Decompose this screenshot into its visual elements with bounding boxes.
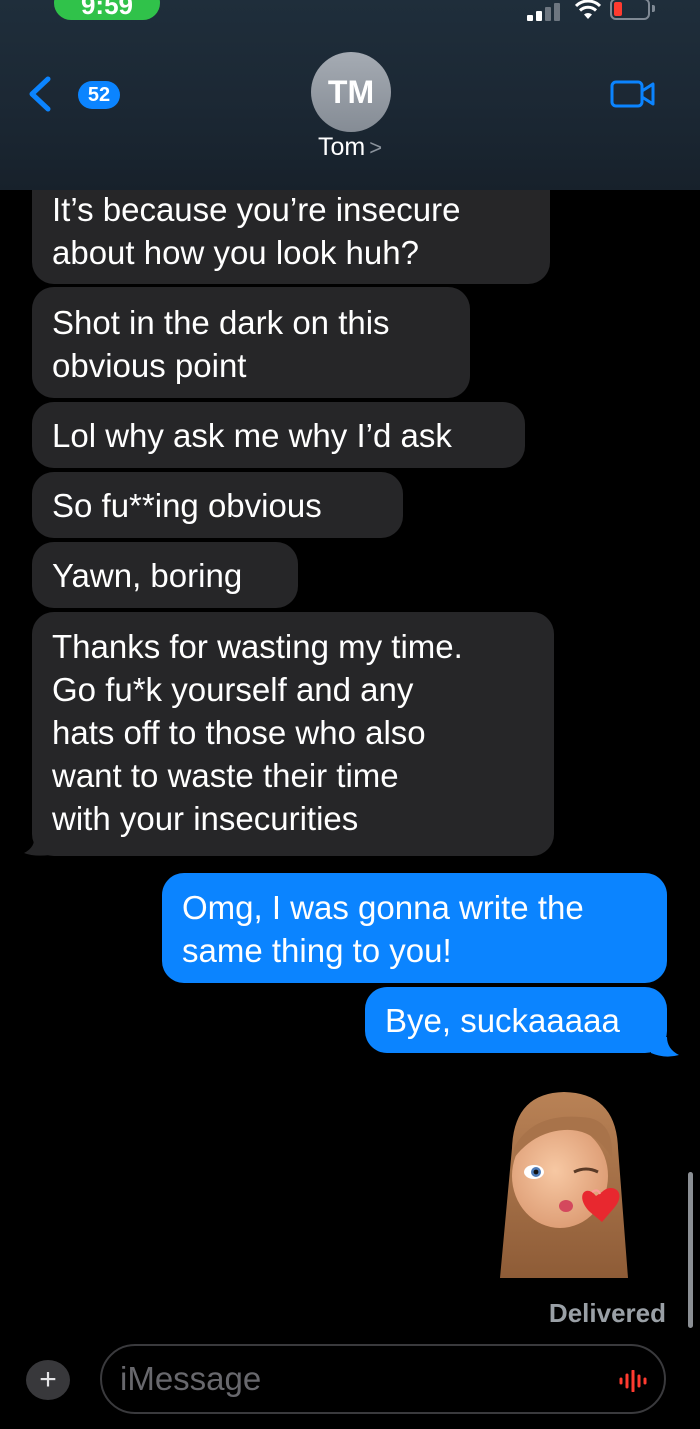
- cellular-signal-icon: [527, 1, 561, 21]
- message-text: Shot in the dark on this obvious point: [52, 304, 390, 384]
- message-bubble-incoming[interactable]: Lol why ask me why I’d ask: [32, 402, 525, 468]
- message-text: Bye, suckaaaaa: [385, 1002, 620, 1039]
- conversation-header: 9:59 52 TM Tom >: [0, 0, 700, 190]
- back-button[interactable]: 52: [26, 74, 120, 114]
- message-input-placeholder: iMessage: [120, 1360, 262, 1397]
- kissing-memoji-sticker-icon[interactable]: [494, 1088, 634, 1280]
- apps-plus-button[interactable]: +: [26, 1360, 70, 1400]
- battery-tip: [652, 5, 655, 12]
- imessage-input[interactable]: iMessage: [100, 1344, 666, 1414]
- scrollbar[interactable]: [688, 1172, 693, 1328]
- chevron-right-icon: >: [369, 135, 383, 160]
- bubble-tail: [651, 1037, 679, 1057]
- chevron-left-icon: [29, 76, 51, 112]
- message-bubble-incoming[interactable]: Shot in the dark on this obvious point: [32, 287, 470, 398]
- message-bubble-incoming[interactable]: Thanks for wasting my time. Go fu*k your…: [32, 612, 554, 856]
- battery-icon: [610, 0, 650, 20]
- contact-name[interactable]: Tom >: [0, 133, 700, 162]
- contact-name-label: Tom: [317, 133, 366, 161]
- message-text: Lol why ask me why I’d ask: [52, 417, 452, 454]
- message-text: Yawn, boring: [52, 557, 243, 594]
- message-text: Thanks for wasting my time. Go fu*k your…: [52, 628, 463, 837]
- unread-count-badge: 52: [78, 81, 120, 109]
- message-text: It’s because you’re insecure about how y…: [52, 191, 461, 271]
- contact-avatar[interactable]: TM: [311, 52, 391, 132]
- message-text: So fu**ing obvious: [52, 487, 322, 524]
- status-time: 9:59: [54, 0, 160, 20]
- message-bubble-incoming[interactable]: Yawn, boring: [32, 542, 298, 608]
- message-bubble-outgoing[interactable]: Omg, I was gonna write the same thing to…: [162, 873, 667, 983]
- video-call-icon[interactable]: [610, 79, 656, 109]
- wifi-icon: [575, 0, 601, 19]
- message-bubble-outgoing[interactable]: Bye, suckaaaaa: [365, 987, 667, 1053]
- audio-waveform-icon[interactable]: [618, 1370, 648, 1392]
- message-bubble-incoming[interactable]: So fu**ing obvious: [32, 472, 403, 538]
- message-text: Omg, I was gonna write the same thing to…: [182, 889, 584, 969]
- bubble-tail: [24, 835, 50, 856]
- delivery-status: Delivered: [548, 1298, 666, 1328]
